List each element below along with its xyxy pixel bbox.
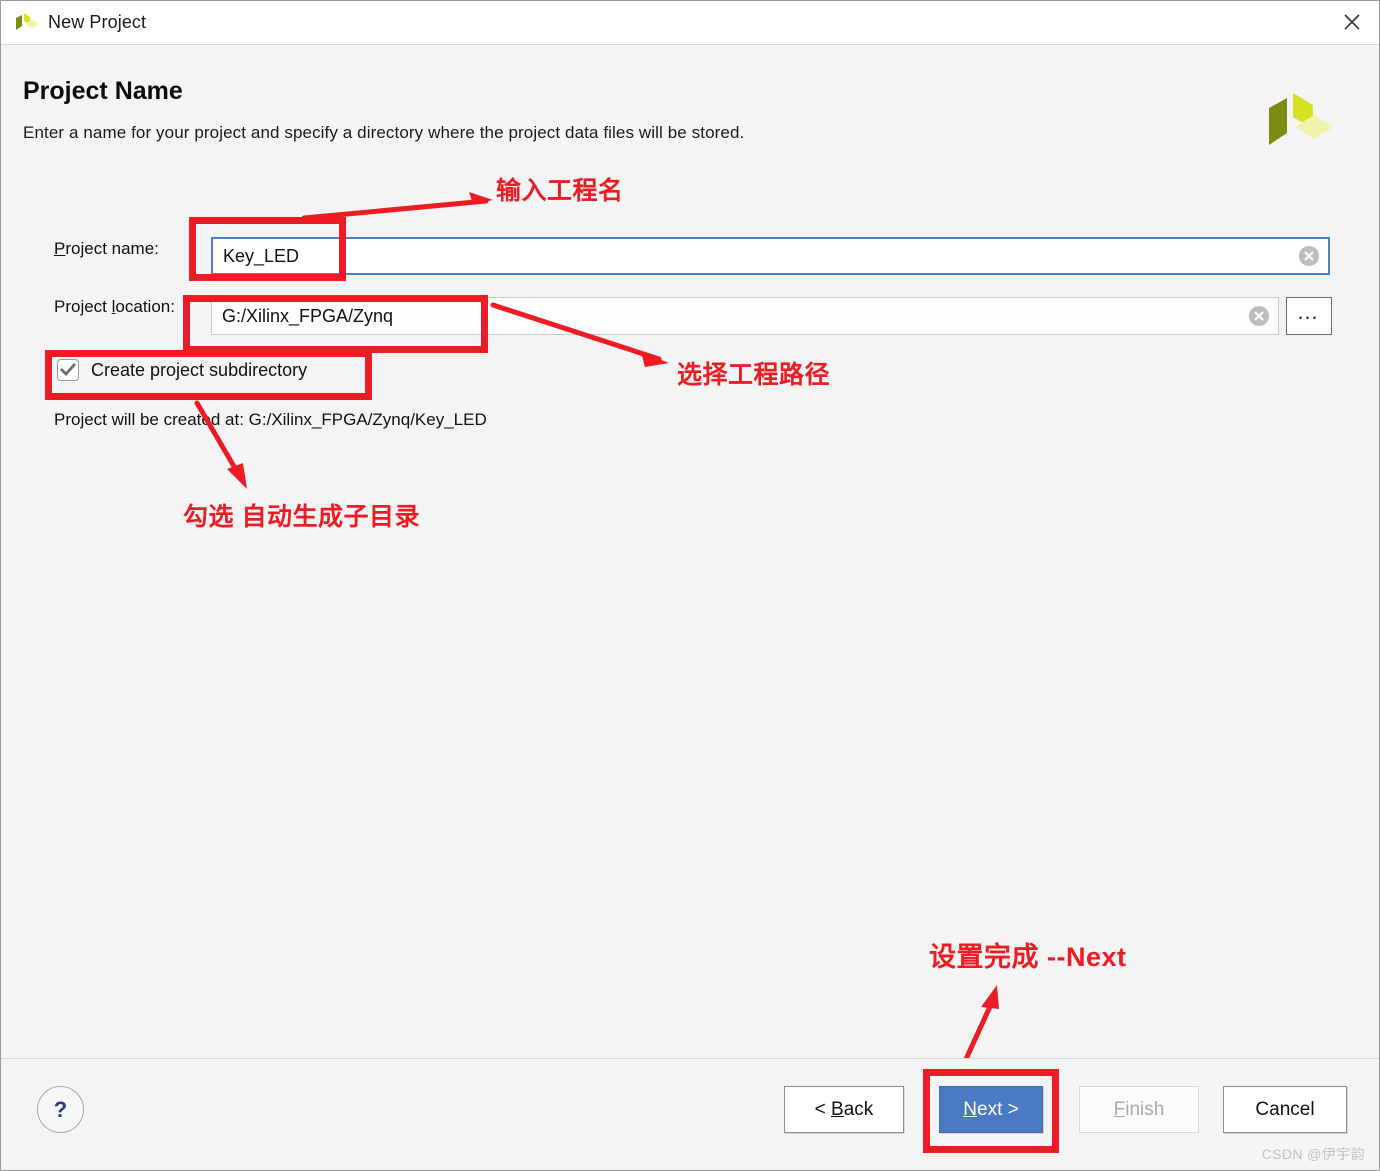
create-subdirectory-row[interactable]: Create project subdirectory [57, 359, 307, 381]
vivado-logo-icon [14, 12, 40, 34]
annotation-check-subdirectory: 勾选 自动生成子目录 [183, 503, 420, 531]
arrow-enter-project-name [301, 192, 493, 221]
project-created-at-text: Project will be created at: G:/Xilinx_FP… [54, 410, 487, 429]
window-title: New Project [48, 12, 147, 32]
page-subtitle: Enter a name for your project and specif… [23, 123, 745, 142]
annotation-settings-done-next: 设置完成 --Next [929, 942, 1127, 972]
project-location-input[interactable]: G:/Xilinx_FPGA/Zynq [211, 297, 1279, 335]
new-project-dialog: New Project Project Name Enter a name fo… [0, 0, 1380, 1171]
title-bar: New Project [1, 1, 1379, 45]
annotation-enter-project-name: 输入工程名 [496, 177, 624, 205]
back-button[interactable]: < Back [784, 1086, 904, 1133]
create-subdirectory-label: Create project subdirectory [91, 359, 308, 380]
project-location-label: Project location: [54, 297, 175, 316]
browse-button[interactable]: … [1286, 297, 1332, 335]
dialog-content: Project Name Enter a name for your proje… [1, 45, 1379, 1073]
next-button-label: Next > [963, 1098, 1019, 1120]
back-button-label: < Back [814, 1098, 874, 1120]
project-name-value: Key_LED [223, 245, 300, 266]
project-location-row: Project location: [54, 297, 175, 317]
watermark: CSDN @伊宇韵 [1261, 1146, 1365, 1162]
project-name-row: Project name: [54, 239, 159, 259]
project-name-label: Project name: [54, 239, 159, 258]
cancel-button-label: Cancel [1255, 1098, 1315, 1120]
dialog-footer: ? < Back Next > Finish Cancel CSDN @伊宇韵 [1, 1058, 1379, 1170]
cancel-button[interactable]: Cancel [1223, 1086, 1347, 1133]
create-subdirectory-checkbox[interactable] [57, 359, 79, 381]
ellipsis-icon: … [1296, 299, 1322, 324]
help-button[interactable]: ? [37, 1086, 84, 1133]
project-name-input[interactable]: Key_LED [211, 237, 1330, 275]
finish-button-label: Finish [1113, 1098, 1165, 1120]
annotation-select-project-path: 选择工程路径 [677, 361, 831, 389]
clear-circle-icon[interactable] [1298, 245, 1320, 267]
clear-circle-icon[interactable] [1248, 305, 1270, 327]
project-location-value: G:/Xilinx_FPGA/Zynq [222, 305, 394, 326]
finish-button: Finish [1079, 1086, 1199, 1133]
xilinx-logo-icon [1263, 91, 1335, 157]
next-button[interactable]: Next > [939, 1086, 1043, 1133]
page-title: Project Name [23, 77, 183, 105]
close-icon[interactable] [1325, 1, 1379, 43]
